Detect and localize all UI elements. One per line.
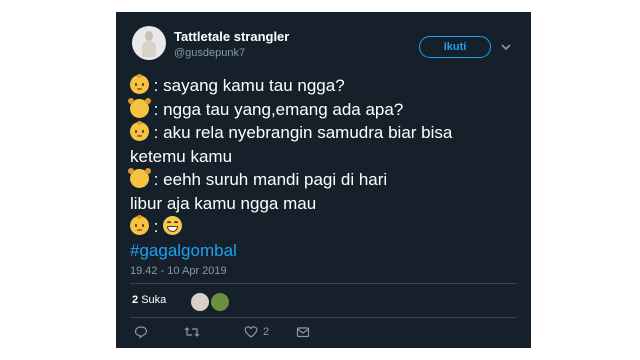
tweet-card: Tattletale strangler @gusdepunk7 Ikuti :…: [116, 12, 531, 348]
baby-emoji: [130, 215, 149, 235]
tweet-line-text: : aku rela nyebrangin samudra biar bisa: [153, 123, 453, 142]
liker-avatar[interactable]: [210, 292, 230, 312]
tweet-text: : sayang kamu tau ngga? : ngga tau yang,…: [128, 74, 521, 263]
direct-message-icon: [296, 327, 310, 338]
baby-emoji: [130, 74, 149, 94]
avatar[interactable]: [132, 26, 166, 60]
follow-button-label: Ikuti: [443, 41, 467, 53]
likes-count-number: 2: [132, 294, 139, 306]
reply-icon: [134, 326, 148, 339]
tweet-line: : eehh suruh mandi pagi di hari: [128, 168, 521, 192]
liker-avatar[interactable]: [190, 292, 210, 312]
tweet-line-text: libur aja kamu ngga mau: [130, 193, 317, 213]
tweet-line: : aku rela nyebrangin samudra biar bisa: [130, 121, 521, 145]
avatar-head: [145, 31, 153, 41]
tweet-line: #gagalgombal: [130, 239, 521, 263]
tweet-line: : ngga tau yang,emang ada apa?: [128, 97, 521, 122]
divider: [130, 283, 517, 284]
likes-count[interactable]: 2 Suka: [132, 294, 166, 306]
hashtag-link[interactable]: #gagalgombal: [130, 241, 237, 260]
tweet-line-text: : ngga tau yang,emang ada apa?: [153, 99, 404, 119]
divider: [130, 317, 517, 318]
tweet-line: ketemu kamu: [130, 145, 521, 169]
chevron-down-icon[interactable]: [499, 40, 513, 54]
tweet-line-text: : sayang kamu tau ngga?: [153, 76, 345, 95]
girl-emoji: [128, 168, 151, 188]
tweet-actions: 2: [130, 324, 517, 342]
heart-icon: [244, 326, 258, 338]
retweet-icon: [184, 327, 200, 337]
direct-message-button[interactable]: [296, 324, 310, 340]
likes-count-label: Suka: [141, 294, 167, 306]
tweet-line: :: [130, 215, 521, 239]
grinning-emoji: [163, 216, 183, 235]
tweet-header: Tattletale strangler @gusdepunk7 Ikuti: [130, 26, 517, 66]
tweet-line-text: : eehh: [153, 170, 201, 189]
tweet-timestamp[interactable]: 19.42 - 10 Apr 2019: [130, 265, 227, 277]
tweet-line-text: ketemu kamu: [130, 146, 233, 166]
tweet-line: : sayang kamu tau ngga?: [130, 74, 521, 98]
like-count: 2: [263, 326, 270, 338]
reply-button[interactable]: [134, 324, 148, 340]
tweet-line: libur aja kamu ngga mau: [130, 192, 521, 216]
avatar-body: [142, 41, 156, 57]
tweet-line-text: suruh mandi pagi di hari: [205, 170, 388, 189]
retweet-button[interactable]: [184, 324, 200, 340]
tweet-line-text: :: [153, 217, 159, 236]
author-handle[interactable]: @gusdepunk7: [174, 47, 245, 59]
author-display-name[interactable]: Tattletale strangler: [174, 29, 289, 44]
like-button[interactable]: 2: [244, 324, 269, 340]
girl-emoji: [128, 97, 151, 118]
baby-emoji: [130, 121, 149, 141]
likes-row: 2 Suka: [130, 288, 517, 314]
follow-button[interactable]: Ikuti: [419, 36, 491, 58]
